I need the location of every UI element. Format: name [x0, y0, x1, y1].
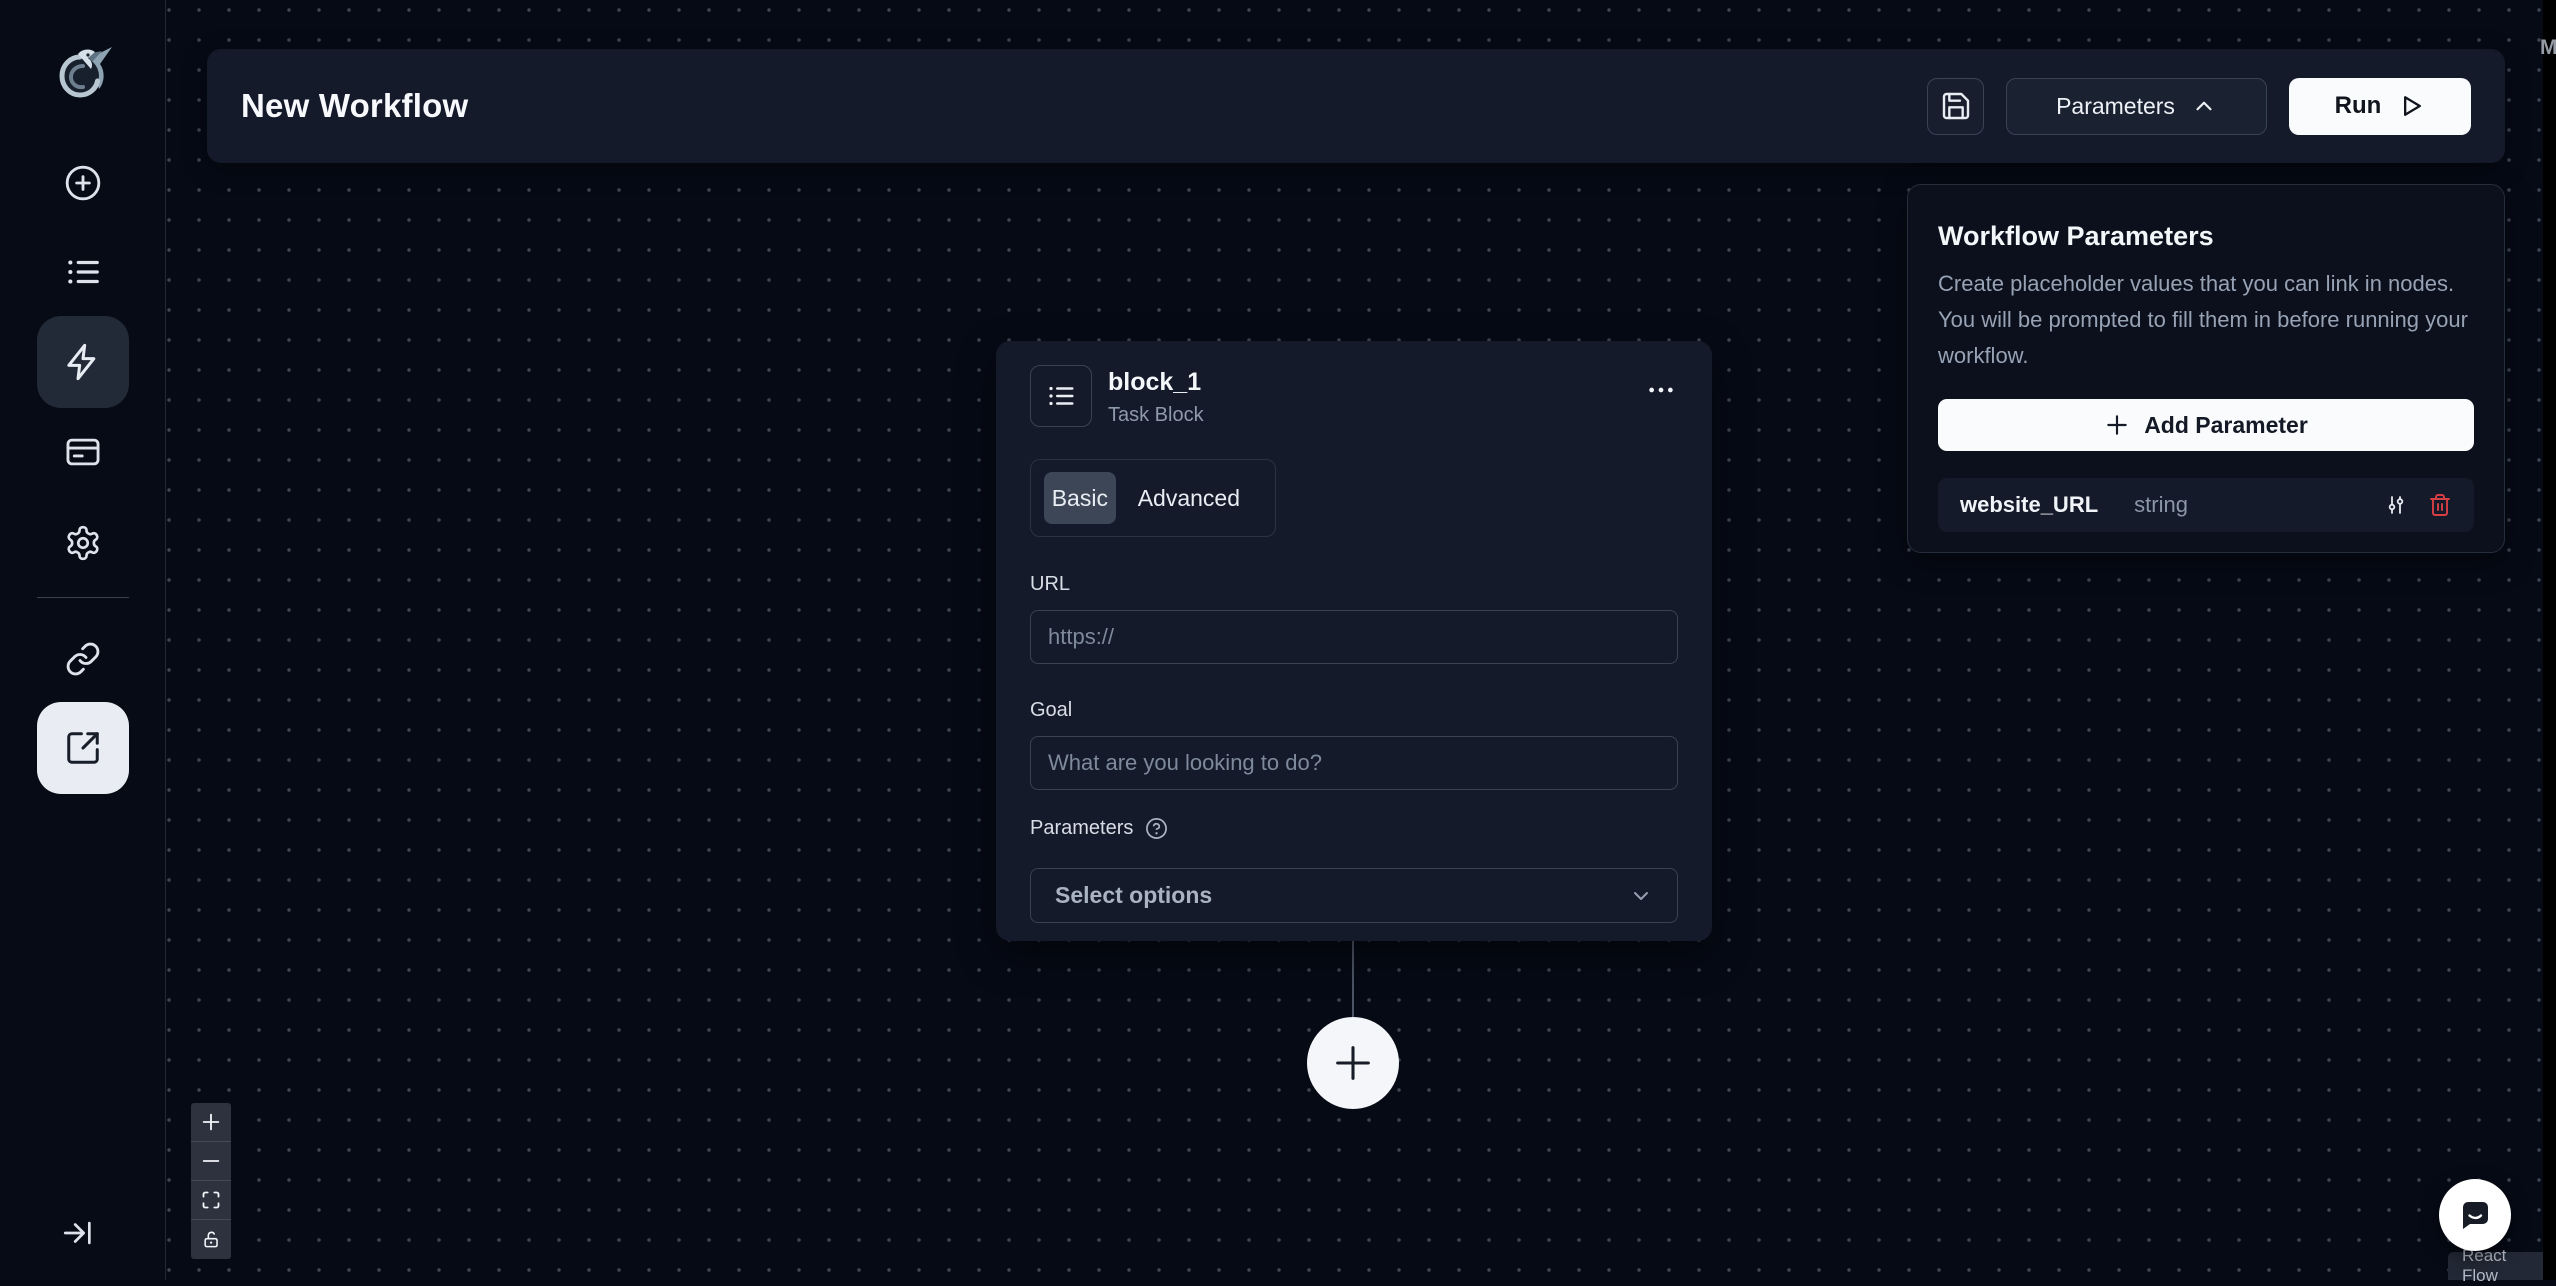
- parameters-button-label: Parameters: [2056, 92, 2175, 119]
- node-tabs: Basic Advanced: [1030, 459, 1276, 537]
- sidebar-item-settings[interactable]: [59, 519, 107, 567]
- sidebar-item-workflows[interactable]: [37, 316, 129, 408]
- zoom-in-button[interactable]: [191, 1103, 231, 1142]
- add-parameter-label: Add Parameter: [2144, 411, 2308, 438]
- page-title: New Workflow: [241, 87, 469, 124]
- workflow-header: New Workflow Parameters Run: [207, 49, 2505, 163]
- chevron-down-icon: [1634, 891, 1648, 900]
- fit-view-button[interactable]: [191, 1181, 231, 1220]
- list-icon: [68, 260, 99, 284]
- parameters-select[interactable]: Select options: [1030, 868, 1678, 923]
- parameters-field-label-text: Parameters: [1030, 817, 1134, 839]
- node-subtitle: Task Block: [1108, 404, 1204, 426]
- minus-icon: [202, 1160, 220, 1162]
- canvas-zoom-controls: [191, 1103, 231, 1259]
- panel-description: Create placeholder values that you can l…: [1938, 271, 2468, 368]
- save-icon: [1942, 92, 1969, 120]
- node-menu-button[interactable]: [1646, 375, 1676, 405]
- node-header: block_1 Task Block: [1030, 365, 1678, 427]
- fit-view-icon: [202, 1191, 220, 1209]
- node-connector-edge: [1352, 941, 1354, 1019]
- url-field-label: URL: [1030, 573, 1071, 595]
- parameter-actions: [2384, 493, 2452, 517]
- chat-support-button[interactable]: [2439, 1179, 2511, 1251]
- skyvern-logo[interactable]: [50, 38, 114, 102]
- clipped-overflow-glyph: M: [2540, 36, 2556, 59]
- sidebar-item-runs[interactable]: [59, 248, 107, 296]
- task-block-node[interactable]: block_1 Task Block Basic Advanced URL Go…: [996, 341, 1712, 941]
- dragon-logo-icon: [59, 47, 112, 98]
- add-block-button[interactable]: [1307, 1017, 1399, 1109]
- attribution-label: React Flow: [2462, 1246, 2507, 1285]
- trash-icon: [2430, 494, 2450, 516]
- browser-card-icon: [66, 438, 100, 466]
- sliders-icon: [2388, 496, 2404, 514]
- parameter-row: website_URL string: [1938, 478, 2474, 532]
- sidebar-divider: [37, 597, 129, 598]
- gear-icon: [67, 525, 99, 561]
- edit-parameter-button[interactable]: [2384, 493, 2408, 517]
- link-icon: [66, 642, 100, 676]
- parameter-name: website_URL: [1960, 492, 2099, 517]
- goal-field-label: Goal: [1030, 699, 1073, 721]
- sidebar: [0, 0, 166, 1280]
- sidebar-item-link[interactable]: [59, 635, 107, 683]
- goal-input[interactable]: [1030, 736, 1678, 790]
- run-button-label: Run: [2334, 92, 2382, 119]
- react-flow-attribution[interactable]: React Flow: [2448, 1246, 2556, 1285]
- tab-advanced[interactable]: Advanced: [1116, 485, 1262, 512]
- play-icon: [2404, 96, 2422, 116]
- lock-icon: [203, 1231, 218, 1248]
- workflow-parameters-panel: Workflow Parameters Create placeholder v…: [1907, 184, 2505, 553]
- plus-icon: [2107, 415, 2127, 435]
- chevron-up-icon: [2196, 101, 2212, 111]
- chat-bubble-icon: [2463, 1202, 2488, 1229]
- zoom-out-button[interactable]: [191, 1142, 231, 1181]
- node-titles: block_1 Task Block: [1108, 365, 1204, 427]
- parameters-select-placeholder: Select options: [1055, 882, 1213, 908]
- run-button[interactable]: Run: [2289, 77, 2471, 135]
- lightning-icon: [67, 343, 96, 381]
- tab-basic[interactable]: Basic: [1044, 472, 1116, 524]
- save-button[interactable]: [1927, 77, 1984, 135]
- parameter-type: string: [2134, 492, 2188, 517]
- parameters-field-label: Parameters: [1030, 817, 1678, 840]
- panel-title: Workflow Parameters: [1938, 221, 2214, 251]
- node-title: block_1: [1108, 368, 1202, 396]
- external-link-icon: [67, 732, 99, 764]
- arrow-right-to-line-icon: [63, 1221, 91, 1245]
- plus-icon: [1336, 1046, 1370, 1080]
- ellipsis-icon: [1649, 387, 1673, 393]
- task-list-icon: [1049, 386, 1074, 406]
- sidebar-item-create[interactable]: [59, 159, 107, 207]
- window-edge-strip: [2543, 0, 2556, 1280]
- url-input[interactable]: [1030, 610, 1678, 664]
- plus-circle-icon: [65, 165, 101, 201]
- add-parameter-button[interactable]: Add Parameter: [1938, 399, 2474, 451]
- plus-icon: [202, 1113, 220, 1131]
- sidebar-item-browser-sessions[interactable]: [59, 428, 107, 476]
- parameters-toggle-button[interactable]: Parameters: [2006, 77, 2267, 135]
- sidebar-collapse-toggle[interactable]: [54, 1209, 102, 1257]
- sidebar-item-open-external[interactable]: [37, 702, 129, 794]
- parameters-help-button[interactable]: [1145, 817, 1168, 840]
- node-icon-box: [1030, 365, 1092, 427]
- delete-parameter-button[interactable]: [2428, 493, 2452, 517]
- lock-button[interactable]: [191, 1220, 231, 1259]
- question-circle-icon: [1146, 818, 1168, 839]
